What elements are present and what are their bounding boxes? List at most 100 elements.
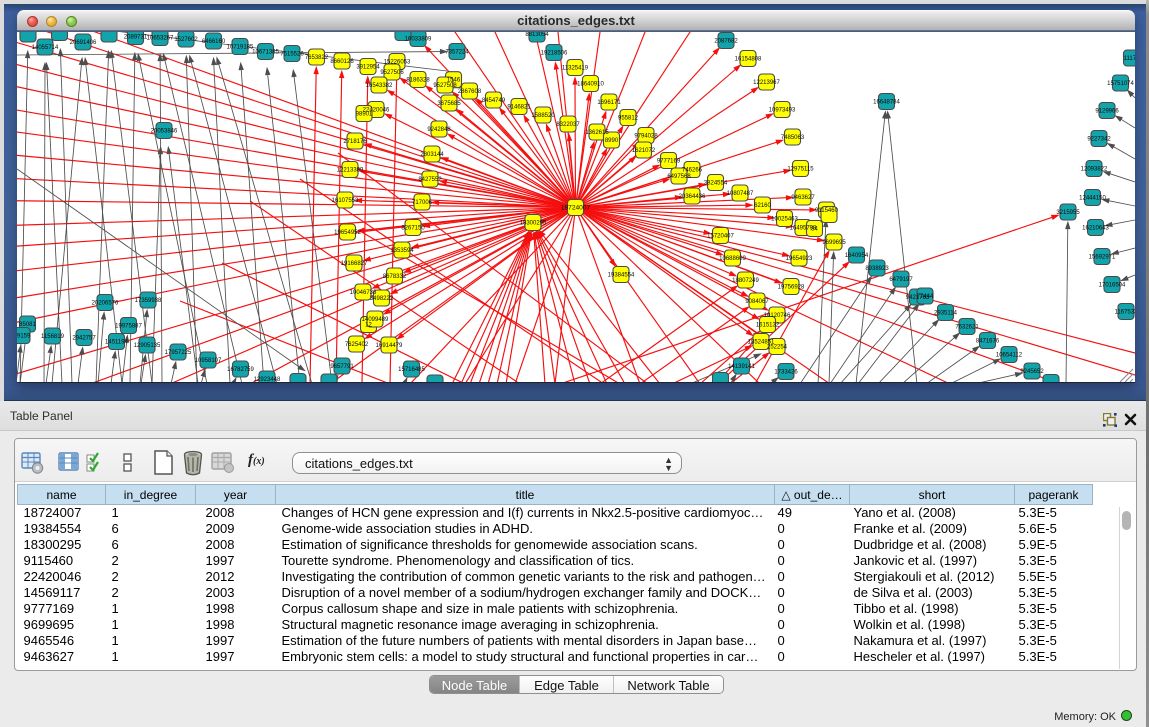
svg-text:1156819: 1156819 <box>41 334 65 340</box>
svg-text:18807249: 18807249 <box>732 278 759 284</box>
svg-text:1733426: 1733426 <box>774 369 798 375</box>
svg-text:16154808: 16154808 <box>735 56 762 62</box>
svg-text:16782759: 16782759 <box>227 367 254 373</box>
svg-text:7632621: 7632621 <box>955 324 979 330</box>
svg-text:3912954: 3912954 <box>356 64 380 70</box>
svg-text:1615132: 1615132 <box>756 322 780 328</box>
svg-text:9657791: 9657791 <box>330 364 354 370</box>
svg-text:3498222: 3498222 <box>370 296 394 302</box>
svg-text:3675685: 3675685 <box>437 101 461 107</box>
svg-text:1451194: 1451194 <box>105 339 129 345</box>
svg-text:15692971: 15692971 <box>1089 254 1116 260</box>
svg-text:20691406: 20691406 <box>70 40 97 46</box>
svg-text:17359938: 17359938 <box>135 298 162 304</box>
svg-text:252254: 252254 <box>767 344 788 350</box>
svg-text:77444: 77444 <box>917 294 934 300</box>
svg-text:18640910: 18640910 <box>577 81 604 87</box>
svg-text:1588520: 1588520 <box>531 113 555 119</box>
svg-text:10671385: 10671385 <box>252 49 279 55</box>
svg-text:10120746: 10120746 <box>764 313 791 319</box>
svg-text:19975887: 19975887 <box>115 323 142 329</box>
svg-text:9115460: 9115460 <box>815 208 839 214</box>
svg-text:12213389: 12213389 <box>337 167 364 173</box>
svg-text:10653267: 10653267 <box>147 35 174 41</box>
svg-text:9699695: 9699695 <box>822 240 846 246</box>
svg-text:9129966: 9129966 <box>1095 108 1119 114</box>
svg-text:12905135: 12905135 <box>134 343 161 349</box>
svg-text:15751074: 15751074 <box>1107 81 1134 87</box>
svg-text:19654952: 19654952 <box>334 230 361 236</box>
svg-text:1527602: 1527602 <box>174 37 198 43</box>
svg-text:2867608: 2867608 <box>458 89 482 95</box>
svg-text:8471676: 8471676 <box>976 338 1000 344</box>
svg-text:9794028: 9794028 <box>634 133 658 139</box>
svg-text:12444150: 12444150 <box>1079 195 1106 201</box>
svg-text:17016504: 17016504 <box>1099 282 1126 288</box>
svg-text:9227342: 9227342 <box>1087 136 1111 142</box>
svg-text:14099489: 14099489 <box>362 317 389 323</box>
svg-text:9463627: 9463627 <box>791 195 815 201</box>
svg-text:6479197: 6479197 <box>889 277 913 283</box>
svg-text:8813054: 8813054 <box>525 32 549 38</box>
svg-text:12: 12 <box>365 322 372 328</box>
svg-text:2935114: 2935114 <box>934 310 958 316</box>
svg-text:18300295: 18300295 <box>520 220 547 226</box>
svg-text:1362615: 1362615 <box>585 130 609 136</box>
svg-text:746266: 746266 <box>682 167 703 173</box>
svg-text:19384554: 19384554 <box>608 272 635 278</box>
svg-text:8427552: 8427552 <box>418 177 442 183</box>
svg-text:19654923: 19654923 <box>786 256 813 262</box>
svg-text:15716485: 15716485 <box>398 367 425 373</box>
svg-text:12923448: 12923448 <box>254 377 281 383</box>
svg-text:10719185: 10719185 <box>227 44 254 50</box>
svg-text:19218506: 19218506 <box>541 50 568 56</box>
svg-text:7357224: 7357224 <box>445 49 469 55</box>
svg-text:1621072: 1621072 <box>632 148 656 154</box>
svg-text:16210643: 16210643 <box>1082 225 1109 231</box>
svg-text:16914479: 16914479 <box>376 343 403 349</box>
svg-text:16543382: 16543382 <box>366 83 393 89</box>
svg-text:2087682: 2087682 <box>714 38 738 44</box>
svg-text:1640954: 1640954 <box>845 253 869 259</box>
svg-text:8267150: 8267150 <box>401 225 425 231</box>
svg-text:8660126: 8660126 <box>330 59 354 65</box>
svg-text:7485063: 7485063 <box>781 135 805 141</box>
svg-text:10973493: 10973493 <box>769 107 796 113</box>
svg-text:9242848: 9242848 <box>427 127 451 133</box>
svg-text:2718176: 2718176 <box>343 139 367 145</box>
svg-text:20364436: 20364436 <box>679 194 706 200</box>
svg-text:8454749: 8454749 <box>482 98 506 104</box>
svg-text:11173: 11173 <box>1124 56 1135 62</box>
svg-text:10025463: 10025463 <box>771 216 798 222</box>
svg-text:14055714: 14055714 <box>32 45 59 51</box>
svg-text:12975115: 12975115 <box>787 166 814 172</box>
svg-text:8990: 8990 <box>605 138 619 144</box>
svg-text:955812: 955812 <box>618 115 639 121</box>
svg-text:1696171: 1696171 <box>597 100 621 106</box>
svg-text:18724007: 18724007 <box>561 204 591 211</box>
svg-text:8938923: 8938923 <box>865 266 889 272</box>
svg-text:6497568: 6497568 <box>667 174 691 180</box>
svg-text:62160: 62160 <box>754 203 771 209</box>
svg-text:16648784: 16648784 <box>873 99 900 105</box>
svg-text:20206576: 20206576 <box>92 300 119 306</box>
svg-text:10807487: 10807487 <box>727 191 754 197</box>
svg-text:2089731: 2089731 <box>124 34 148 40</box>
svg-text:8678332: 8678332 <box>383 274 407 280</box>
svg-text:2942757: 2942757 <box>72 335 96 341</box>
svg-text:2803144: 2803144 <box>420 152 444 158</box>
svg-text:717006: 717006 <box>412 200 433 206</box>
svg-text:1167533: 1167533 <box>1115 309 1135 315</box>
svg-text:7515526: 7515526 <box>280 51 304 57</box>
svg-text:20053846: 20053846 <box>151 128 178 134</box>
svg-text:8322037: 8322037 <box>556 122 580 128</box>
svg-text:3215955: 3215955 <box>1056 210 1080 216</box>
svg-text:7625402: 7625402 <box>345 342 369 348</box>
svg-text:19166827: 19166827 <box>341 261 368 267</box>
svg-text:11325419: 11325419 <box>562 65 589 71</box>
svg-text:16107553: 16107553 <box>332 198 359 204</box>
svg-text:98901: 98901 <box>356 111 373 117</box>
svg-text:9245652: 9245652 <box>1020 369 1044 375</box>
svg-text:10654112: 10654112 <box>996 352 1023 358</box>
svg-text:39159: 39159 <box>17 333 31 339</box>
